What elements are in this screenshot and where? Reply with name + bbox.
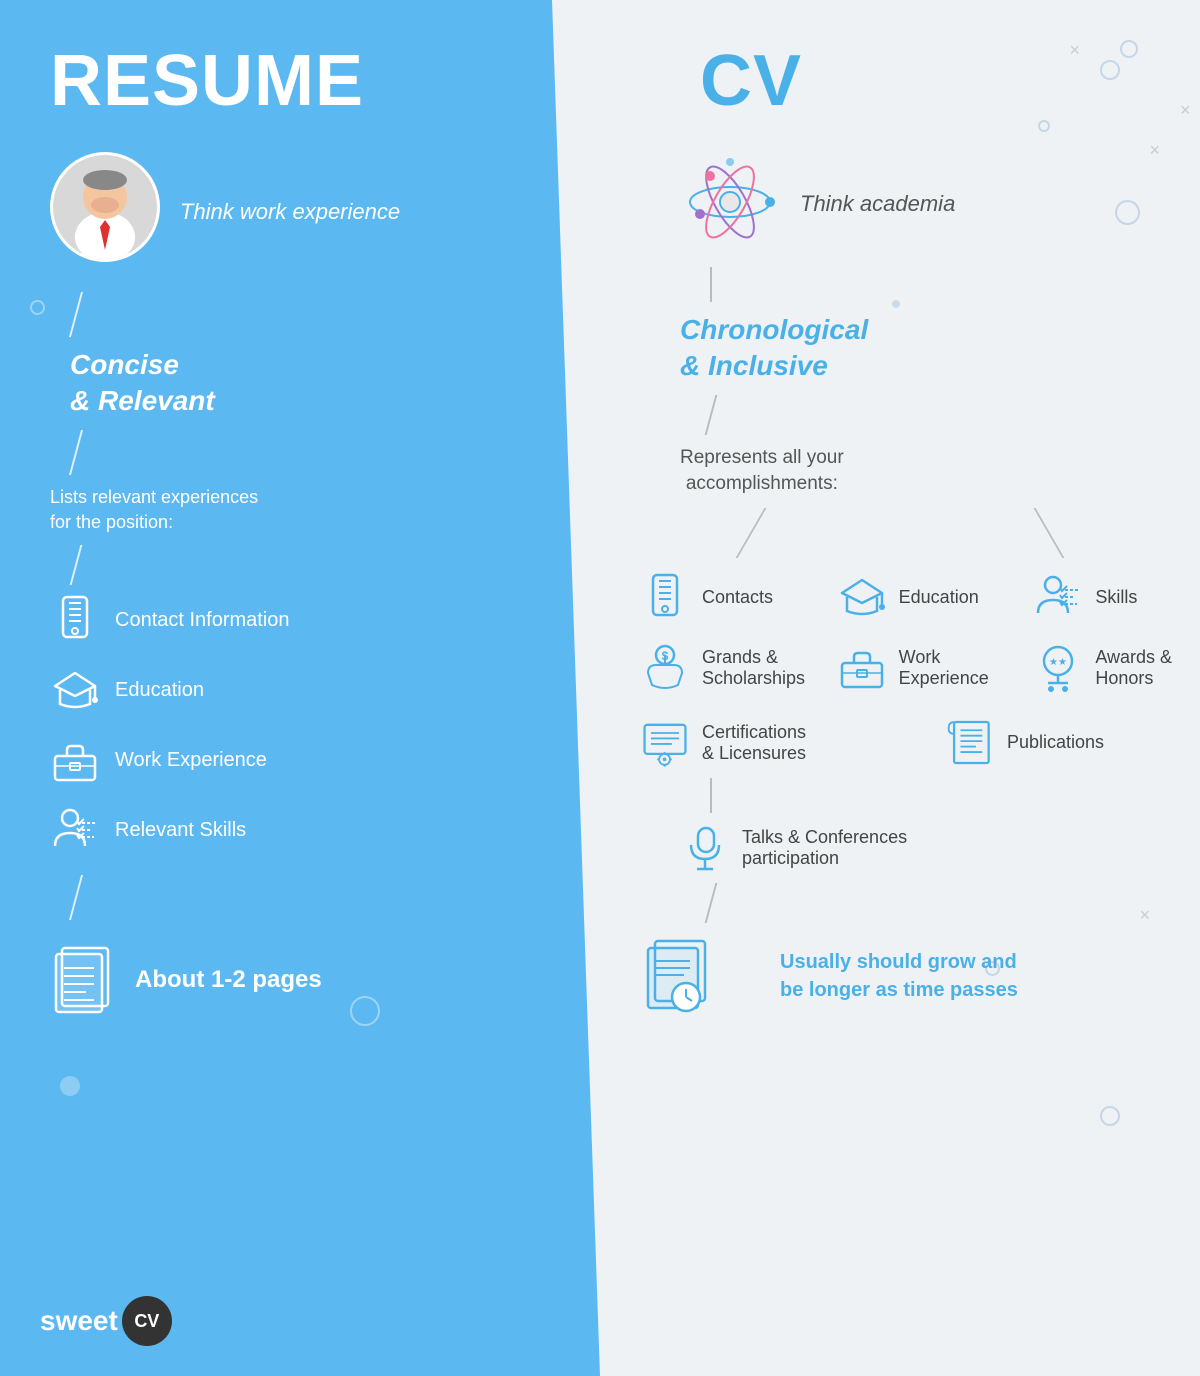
branch-right [1034, 508, 1065, 558]
cv-cert-icon [640, 718, 690, 768]
work-experience-label-left: Work Experience [115, 749, 267, 772]
think-work-text: Think work experience [180, 198, 400, 227]
branch-lines [630, 508, 1130, 558]
cv-skills-label: Skills [1095, 587, 1137, 608]
brand-cv-badge: CV [122, 1296, 172, 1346]
cv-skills-icon [1033, 573, 1083, 623]
svg-text:★★: ★★ [1049, 657, 1067, 668]
cv-awards-item: ★★ Awards &Honors [1033, 643, 1200, 693]
cv-work-label: WorkExperience [899, 647, 989, 689]
pages-icon [50, 940, 120, 1020]
cv-awards-label: Awards &Honors [1095, 647, 1172, 689]
connector-2 [69, 430, 83, 475]
deco-x2: × [1149, 140, 1160, 161]
cv-publications-item: Publications [945, 718, 1200, 768]
cv-connector-4 [705, 883, 718, 923]
graduation-icon-left [50, 665, 100, 715]
cv-cert-label: Certifications& Licensures [702, 722, 806, 764]
cv-connector-1 [710, 267, 712, 302]
brand: sweet CV [40, 1296, 172, 1346]
cv-microphone-icon [680, 823, 730, 873]
deco-x1: × [1069, 40, 1080, 61]
cv-graduation-icon [837, 573, 887, 623]
cv-talks-row: Talks & Conferencesparticipation [680, 823, 907, 873]
represents-text: Represents all youraccomplishments: [680, 445, 844, 498]
cv-education-label: Education [899, 587, 979, 608]
left-panel: RESUME Think wor [0, 0, 600, 1376]
cv-items-row3: Certifications& Licensures Publications [640, 718, 1200, 768]
cv-grow-text: Usually should grow andbe longer as time… [780, 948, 1018, 1004]
resume-title: RESUME [50, 40, 364, 122]
connector-4 [69, 875, 83, 920]
briefcase-icon-left [50, 735, 100, 785]
cv-skills-item: Skills [1033, 573, 1200, 623]
cv-talks-label: Talks & Conferencesparticipation [742, 827, 907, 869]
deco-x4: × [1139, 905, 1150, 926]
work-experience-item: Work Experience [50, 735, 267, 785]
education-label-left: Education [115, 679, 204, 702]
cv-grants-item: $ Grands &Scholarships [640, 643, 827, 693]
contact-label: Contact Information [115, 609, 290, 632]
cv-money-icon: $ [640, 643, 690, 693]
lists-text: Lists relevant experiencesfor the positi… [50, 485, 258, 535]
about-pages-label: About 1-2 pages [135, 966, 322, 994]
phone-icon [50, 595, 100, 645]
contact-item: Contact Information [50, 595, 290, 645]
brand-sweet: sweet [40, 1305, 118, 1337]
about-pages: About 1-2 pages [50, 940, 322, 1020]
skills-icon-left [50, 805, 100, 855]
deco-x3: × [1180, 100, 1191, 121]
avatar [50, 152, 160, 262]
cv-think-row: Think academia [680, 152, 955, 257]
cv-grants-label: Grands &Scholarships [702, 647, 805, 689]
cv-contacts-item: Contacts [640, 573, 827, 623]
cv-publications-label: Publications [1007, 732, 1104, 753]
cv-briefcase-icon [837, 643, 887, 693]
cv-grow-row: Usually should grow andbe longer as time… [640, 933, 1018, 1028]
skills-item: Relevant Skills [50, 805, 246, 855]
cv-title: CV [700, 40, 802, 122]
cv-award-icon: ★★ [1033, 643, 1083, 693]
concise-relevant-label: Concise& Relevant [70, 347, 215, 420]
cv-education-item: Education [837, 573, 1024, 623]
skills-label-left: Relevant Skills [115, 819, 246, 842]
cv-publications-icon [945, 718, 995, 768]
cv-connector-2 [705, 395, 718, 435]
cv-connector-3 [710, 778, 712, 813]
cv-phone-icon [640, 573, 690, 623]
right-panel: × × × × CV Think academia Chronologica [540, 0, 1200, 1376]
cv-cert-item: Certifications& Licensures [640, 718, 915, 768]
connector-1 [69, 292, 83, 337]
chronological-label: Chronological& Inclusive [680, 312, 868, 385]
cv-think-text: Think academia [800, 190, 955, 219]
cv-grow-icon [640, 933, 720, 1028]
cv-work-item: WorkExperience [837, 643, 1024, 693]
branch-left [736, 508, 767, 558]
think-row: Think work experience [50, 152, 400, 272]
cv-items-row1: Contacts Education [640, 573, 1200, 693]
cv-contacts-label: Contacts [702, 587, 773, 608]
atom-icon [680, 152, 780, 257]
education-item: Education [50, 665, 204, 715]
connector-3 [70, 545, 83, 585]
